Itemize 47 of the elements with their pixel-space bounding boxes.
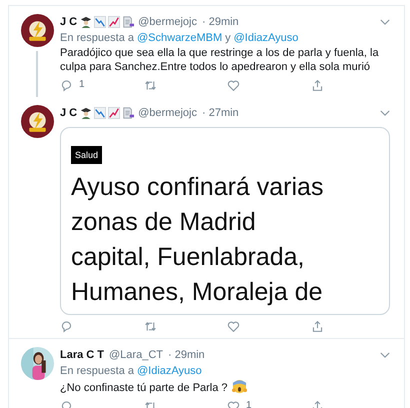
tweet-time[interactable]: · 29min <box>202 15 239 29</box>
scream-emoji-icon <box>232 379 247 394</box>
article-headline: zonas de Madrid <box>71 207 257 238</box>
chart-up-icon <box>108 16 120 28</box>
share-icon[interactable] <box>310 320 324 332</box>
chart-down-icon <box>94 16 106 28</box>
user-name[interactable]: J C <box>60 15 78 29</box>
reply-icon[interactable] <box>60 78 73 92</box>
avatar[interactable] <box>20 14 54 47</box>
like-count: 1 <box>246 399 252 408</box>
avatar[interactable] <box>20 105 54 138</box>
chevron-down-icon[interactable] <box>380 18 390 26</box>
user-handle[interactable]: @bermejojc <box>138 15 197 29</box>
category-tag: Salud <box>71 146 102 164</box>
reply-label: En respuesta a <box>60 364 134 378</box>
retweet-icon[interactable] <box>144 78 156 92</box>
article-card[interactable]: Salud Ayuso confinará varias zonas de Madrid capital, Fuenlabrada, Humanes, Moraleja de <box>60 127 390 315</box>
chart-up-icon <box>108 107 120 119</box>
user-name[interactable]: Lara C T <box>60 348 104 362</box>
tweet-time[interactable]: · 29min <box>168 348 205 362</box>
chart-down-icon <box>94 107 106 119</box>
tweet-text: Paradójico que sea ella la que restringe a los de parla y fuenla, la culpa para Sanchez.Entre todos lo apedrearon y ella sola murió <box>60 47 379 73</box>
reply-icon[interactable] <box>60 320 73 332</box>
heart-icon[interactable] <box>227 78 240 92</box>
tweet-time[interactable]: · 27min <box>202 106 239 120</box>
reply-label: En respuesta a <box>60 31 134 45</box>
article-headline: Ayuso confinará varias <box>71 172 324 203</box>
retweet-icon[interactable] <box>144 320 156 332</box>
article-headline: capital, Fuenlabrada, <box>71 242 306 273</box>
mention-link[interactable]: @SchwarzeMBM <box>137 31 222 45</box>
student-icon <box>80 16 92 28</box>
chevron-down-icon[interactable] <box>380 352 390 358</box>
chevron-down-icon[interactable] <box>380 110 390 116</box>
mention-link[interactable]: @IdiazAyuso <box>234 31 298 45</box>
student-icon <box>80 107 92 119</box>
heart-icon[interactable] <box>227 320 240 332</box>
reply-count: 1 <box>79 78 85 92</box>
user-handle[interactable]: @Lara_CT <box>109 348 163 362</box>
user-name[interactable]: J C <box>60 106 78 120</box>
memo-icon <box>122 16 134 28</box>
memo-icon <box>122 107 134 119</box>
user-handle[interactable]: @bermejojc <box>138 106 197 120</box>
article-headline: Humanes, Moraleja de <box>71 277 324 308</box>
mention-link[interactable]: @IdiazAyuso <box>137 364 202 378</box>
conjunction: y <box>225 31 231 45</box>
share-icon[interactable] <box>310 78 324 92</box>
tweet-text: ¿No confinaste tú parte de Parla ? <box>60 382 228 394</box>
